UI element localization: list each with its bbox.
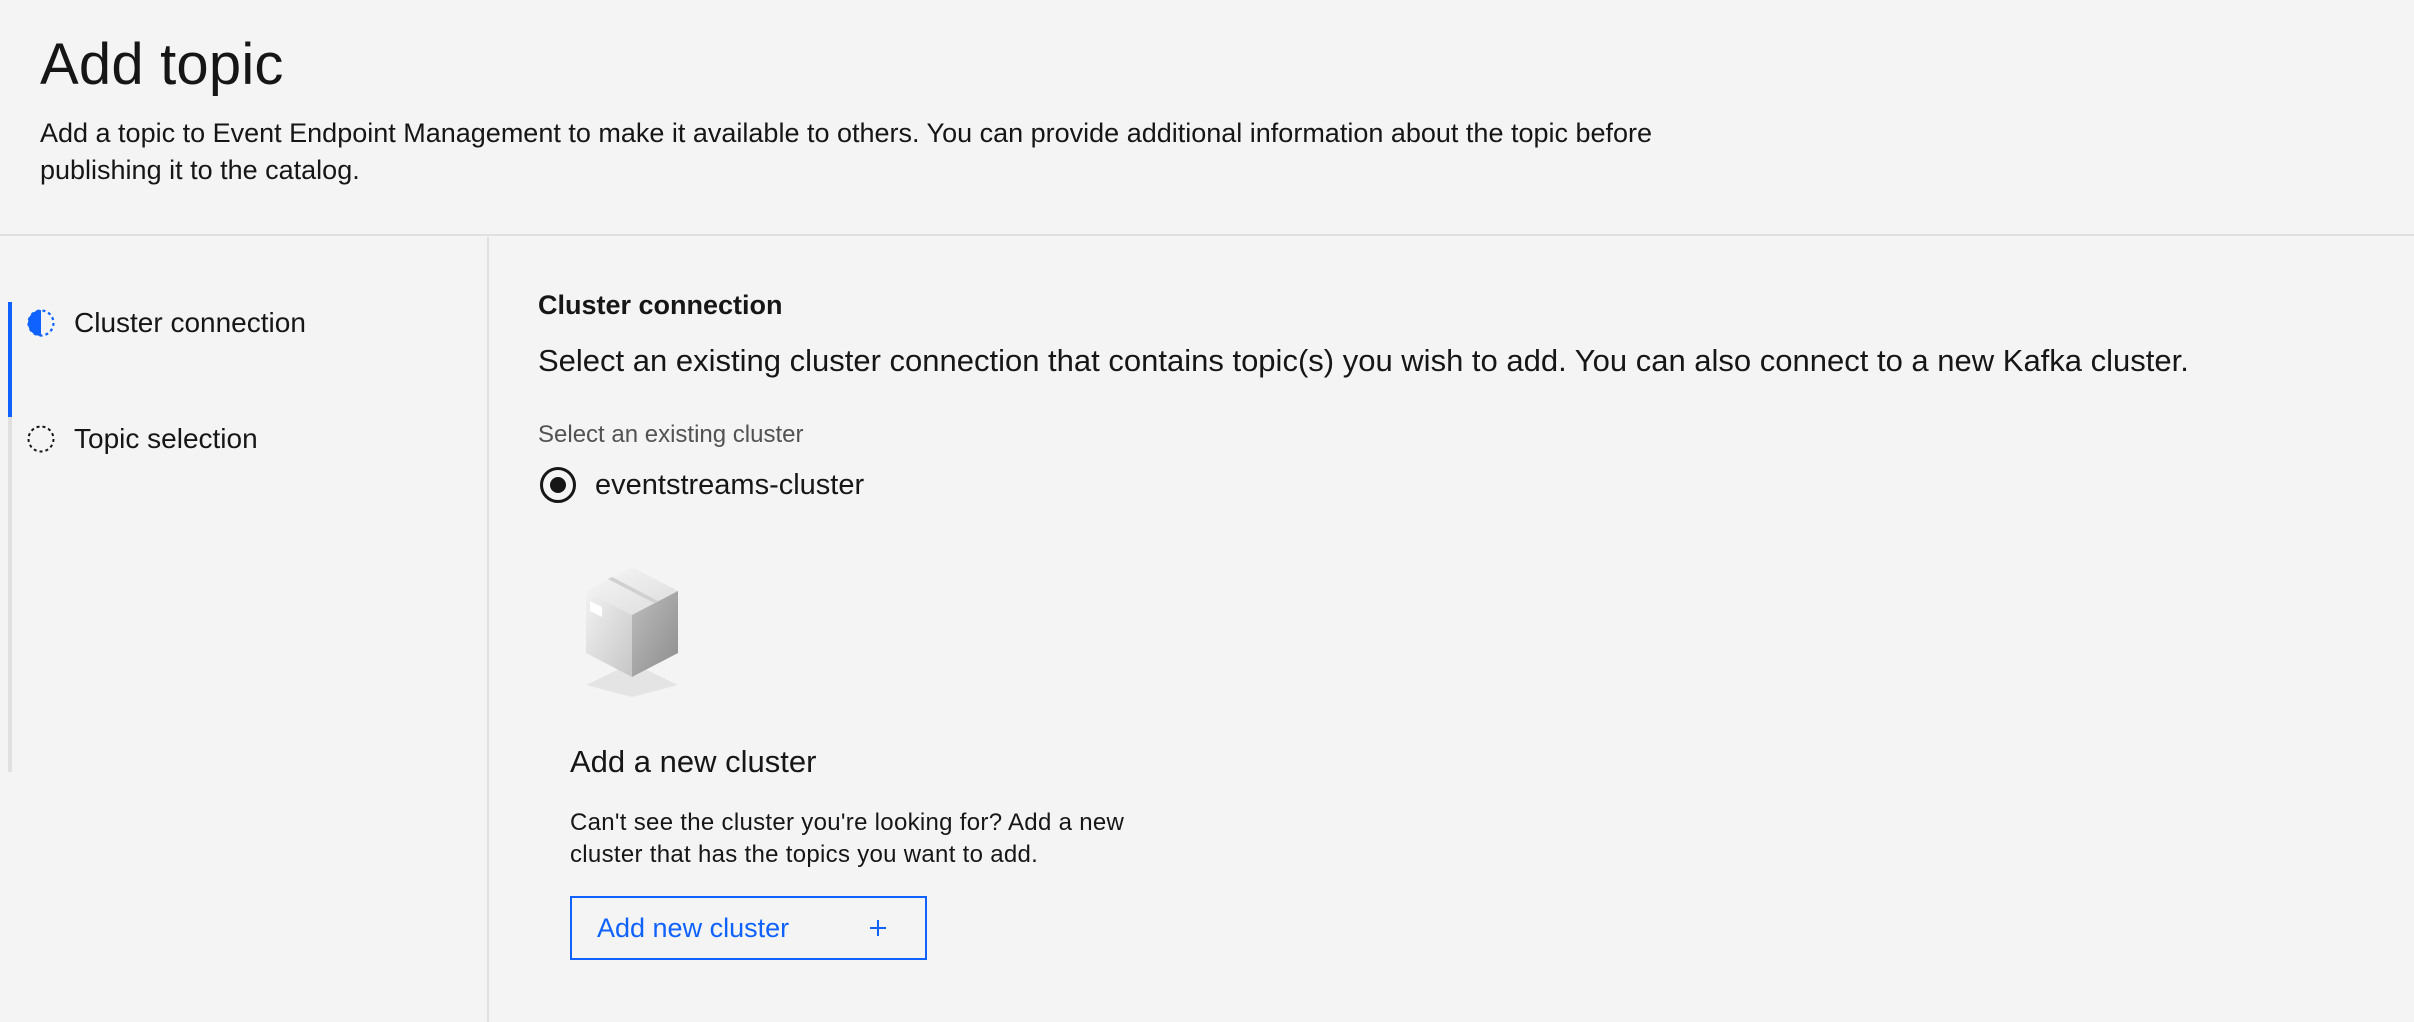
dashed-circle-icon	[27, 425, 55, 453]
add-new-cluster-button[interactable]: Add new cluster	[570, 896, 927, 960]
add-new-cluster-label: Add new cluster	[597, 912, 790, 943]
step-cluster-connection[interactable]: Cluster connection	[26, 303, 306, 343]
empty-state-description: Can't see the cluster you're looking for…	[570, 809, 1125, 868]
progress-indicator: Cluster connection Topic selection	[0, 237, 489, 1022]
radio-button[interactable]	[540, 467, 576, 503]
box-icon	[586, 567, 678, 697]
step-label: Topic selection	[74, 423, 258, 454]
step-topic-selection[interactable]: Topic selection	[26, 419, 258, 459]
empty-state-title: Add a new cluster	[570, 744, 817, 779]
half-filled-circle-icon	[27, 309, 55, 337]
step-label: Cluster connection	[74, 307, 306, 338]
cluster-radio-option[interactable]: eventstreams-cluster	[540, 465, 864, 505]
progress-track-active	[8, 302, 12, 417]
cluster-field-label: Select an existing cluster	[538, 421, 804, 448]
page-description: Add a topic to Event Endpoint Management…	[40, 118, 1653, 185]
section-description: Select an existing cluster connection th…	[538, 343, 2189, 378]
plus-icon	[870, 920, 886, 936]
main-content: Cluster connection Select an existing cl…	[538, 237, 2398, 1022]
page-title: Add topic	[40, 32, 284, 97]
add-cluster-empty-state: Add a new cluster Can't see the cluster …	[570, 567, 1270, 1007]
section-heading: Cluster connection	[538, 290, 783, 320]
radio-selected-dot	[550, 477, 566, 493]
cluster-radio-label: eventstreams-cluster	[595, 469, 865, 501]
page-header: Add topic Add a topic to Event Endpoint …	[0, 0, 2414, 236]
